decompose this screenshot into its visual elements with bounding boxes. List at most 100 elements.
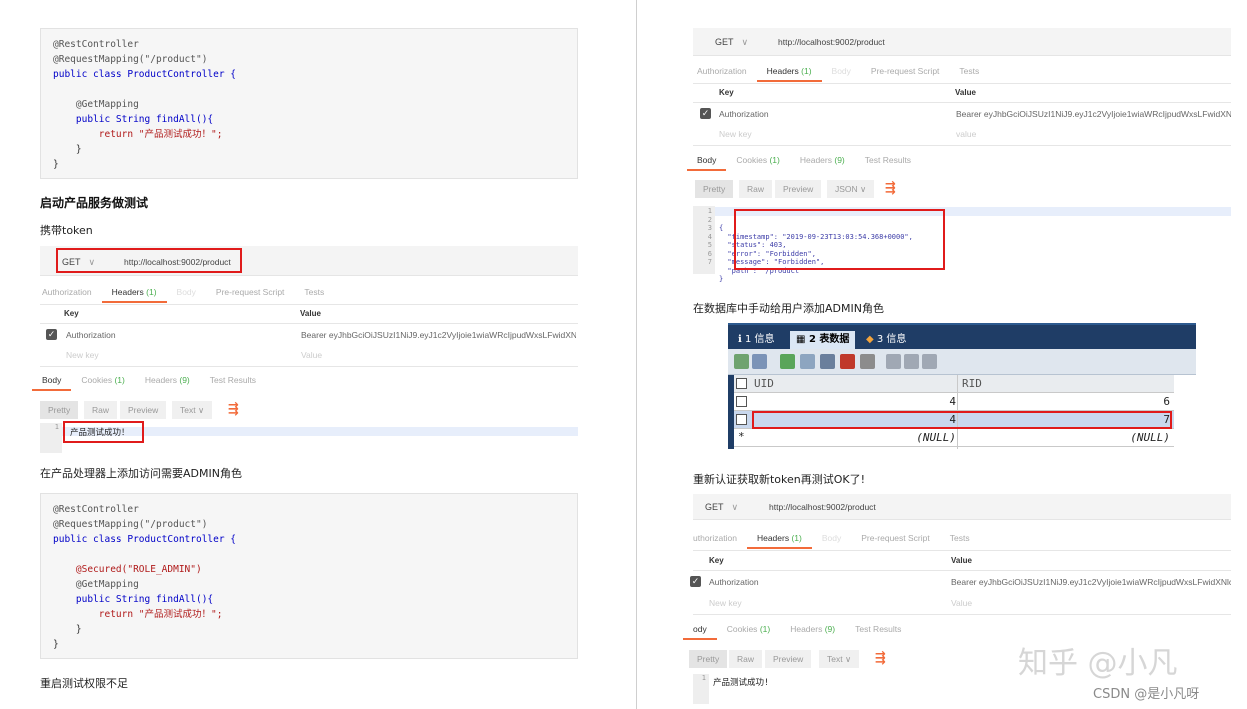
raw-button[interactable]: Raw bbox=[84, 401, 118, 419]
header-key[interactable]: Authorization bbox=[709, 577, 759, 587]
delete-icon[interactable] bbox=[840, 354, 855, 369]
pretty-button[interactable]: Pretty bbox=[695, 180, 734, 198]
paragraph-restart: 重启测试权限不足 bbox=[40, 677, 128, 690]
wrap-lines-icon[interactable]: ⇶ bbox=[885, 180, 896, 196]
divider bbox=[693, 614, 1231, 615]
grid-icon[interactable] bbox=[734, 354, 749, 369]
tab-pre-request-script[interactable]: Pre-request Script bbox=[861, 60, 950, 82]
export-icon[interactable] bbox=[752, 354, 767, 369]
method-select[interactable]: GET ∨ bbox=[715, 37, 748, 48]
tab-cookies[interactable]: Cookies (1) bbox=[71, 369, 134, 391]
method-select[interactable]: GET ∨ bbox=[705, 502, 738, 513]
save-icon[interactable] bbox=[820, 354, 835, 369]
url-input[interactable]: http://localhost:9002/product bbox=[778, 37, 885, 47]
pretty-button[interactable]: Pretty bbox=[40, 401, 79, 419]
cell-rid[interactable]: 6 bbox=[960, 395, 1170, 408]
info-icon: ◆ bbox=[866, 334, 877, 345]
header-value[interactable]: Bearer eyJhbGciOiJSUzI1NiJ9.eyJ1c2VyIjoi… bbox=[956, 109, 1231, 119]
new-key-input[interactable]: New key bbox=[709, 598, 742, 608]
tab-pre-request-script[interactable]: Pre-request Script bbox=[851, 527, 940, 549]
cell-uid-null[interactable]: (NULL) bbox=[754, 431, 956, 444]
tab-pre-request-script[interactable]: Pre-request Script bbox=[206, 281, 295, 303]
cell-rid-null[interactable]: (NULL) bbox=[960, 431, 1170, 444]
column-header-rid[interactable]: RID bbox=[962, 377, 1172, 390]
tab-tests[interactable]: Tests bbox=[294, 281, 334, 303]
column-header-uid[interactable]: UID bbox=[754, 377, 956, 390]
header-value[interactable]: Bearer eyJhbGciOiJSUzI1NiJ9.eyJ1c2VyIjoi… bbox=[951, 577, 1231, 587]
preview-button[interactable]: Preview bbox=[775, 180, 822, 198]
tab-response-body[interactable]: ody bbox=[683, 618, 717, 640]
header-key[interactable]: Authorization bbox=[719, 109, 769, 119]
row-checkbox[interactable] bbox=[736, 396, 747, 407]
header-key[interactable]: Authorization bbox=[66, 330, 116, 340]
raw-button[interactable]: Raw bbox=[729, 650, 763, 668]
tab-authorization[interactable]: Authorization bbox=[687, 60, 757, 82]
tab-response-body[interactable]: Body bbox=[687, 149, 727, 171]
refresh-icon[interactable] bbox=[860, 354, 875, 369]
row-checkbox[interactable] bbox=[736, 414, 747, 425]
tab-response-body[interactable]: Body bbox=[32, 369, 72, 391]
format-select[interactable]: Text ∨ bbox=[172, 401, 213, 419]
tab-response-headers[interactable]: Headers (9) bbox=[135, 369, 200, 391]
format-select[interactable]: JSON ∨ bbox=[827, 180, 875, 198]
tab-table-data[interactable]: ▦ 2 表数据 bbox=[790, 331, 856, 349]
view-form-icon[interactable] bbox=[904, 354, 919, 369]
tab-info-3[interactable]: ◆ 3 信息 bbox=[862, 331, 906, 349]
code-line: public class ProductController { bbox=[53, 534, 237, 545]
divider bbox=[693, 83, 1231, 84]
url-bar bbox=[693, 28, 1231, 56]
tab-cookies[interactable]: Cookies (1) bbox=[726, 149, 789, 171]
tab-body[interactable]: Body bbox=[167, 281, 206, 303]
tab-tests[interactable]: Tests bbox=[940, 527, 980, 549]
tab-test-results[interactable]: Test Results bbox=[200, 369, 266, 391]
wrap-lines-icon[interactable]: ⇶ bbox=[875, 650, 886, 666]
view-grid-icon[interactable] bbox=[886, 354, 901, 369]
pretty-button[interactable]: Pretty bbox=[689, 650, 728, 668]
tab-test-results[interactable]: Test Results bbox=[845, 618, 911, 640]
tab-body[interactable]: Body bbox=[822, 60, 861, 82]
raw-button[interactable]: Raw bbox=[739, 180, 773, 198]
tab-authorization[interactable]: uthorization bbox=[683, 527, 747, 549]
tab-test-results[interactable]: Test Results bbox=[855, 149, 921, 171]
preview-button[interactable]: Preview bbox=[120, 401, 167, 419]
new-key-input[interactable]: New key bbox=[719, 129, 752, 139]
header-value[interactable]: Bearer eyJhbGciOiJSUzI1NiJ9.eyJ1c2VyIjoi… bbox=[301, 330, 576, 340]
new-key-input[interactable]: New key bbox=[66, 350, 99, 360]
csdn-watermark: CSDN @是小凡呀 bbox=[1093, 687, 1200, 702]
tab-body[interactable]: Body bbox=[812, 527, 851, 549]
new-value-input[interactable]: Value bbox=[951, 598, 972, 608]
new-value-input[interactable]: value bbox=[956, 129, 976, 139]
wrap-lines-icon[interactable]: ⇶ bbox=[228, 401, 239, 417]
code-line: return "产品测试成功！"; bbox=[53, 609, 223, 620]
code-line: public String findAll(){ bbox=[53, 114, 214, 125]
view-text-icon[interactable] bbox=[922, 354, 937, 369]
table-row-new[interactable]: * (NULL) (NULL) bbox=[734, 429, 1174, 447]
cell-uid[interactable]: 4 bbox=[754, 395, 956, 408]
tab-headers[interactable]: Headers (1) bbox=[746, 527, 812, 549]
copy-row-icon[interactable] bbox=[800, 354, 815, 369]
chevron-down-icon: ∨ bbox=[197, 405, 205, 415]
tab-authorization[interactable]: Authorization bbox=[32, 281, 102, 303]
url-input[interactable]: http://localhost:9002/product bbox=[769, 502, 876, 512]
line-gutter: 1 bbox=[693, 674, 709, 704]
header-enabled-checkbox[interactable]: ✓ bbox=[700, 108, 711, 119]
code-block-2: @RestController @RequestMapping("/product… bbox=[40, 493, 578, 659]
tab-headers[interactable]: Headers (1) bbox=[756, 60, 822, 82]
tab-response-headers[interactable]: Headers (9) bbox=[780, 618, 845, 640]
header-enabled-checkbox[interactable]: ✓ bbox=[46, 329, 57, 340]
tab-tests[interactable]: Tests bbox=[949, 60, 989, 82]
response-tabs: ody Cookies (1) Headers (9) Test Results bbox=[683, 618, 911, 640]
preview-button[interactable]: Preview bbox=[765, 650, 812, 668]
tab-headers[interactable]: Headers (1) bbox=[101, 281, 167, 303]
select-all-checkbox[interactable] bbox=[736, 378, 747, 389]
header-enabled-checkbox[interactable]: ✓ bbox=[690, 576, 701, 587]
table-row[interactable]: 4 6 bbox=[734, 393, 1174, 411]
tab-response-headers[interactable]: Headers (9) bbox=[790, 149, 855, 171]
line-gutter: 1234567 bbox=[693, 206, 715, 274]
new-value-input[interactable]: Value bbox=[301, 350, 322, 360]
format-select[interactable]: Text ∨ bbox=[819, 650, 860, 668]
add-row-icon[interactable] bbox=[780, 354, 795, 369]
chevron-down-icon: ∨ bbox=[860, 184, 867, 194]
tab-cookies[interactable]: Cookies (1) bbox=[717, 618, 780, 640]
tab-info-1[interactable]: ℹ 1 信息 bbox=[734, 331, 775, 349]
